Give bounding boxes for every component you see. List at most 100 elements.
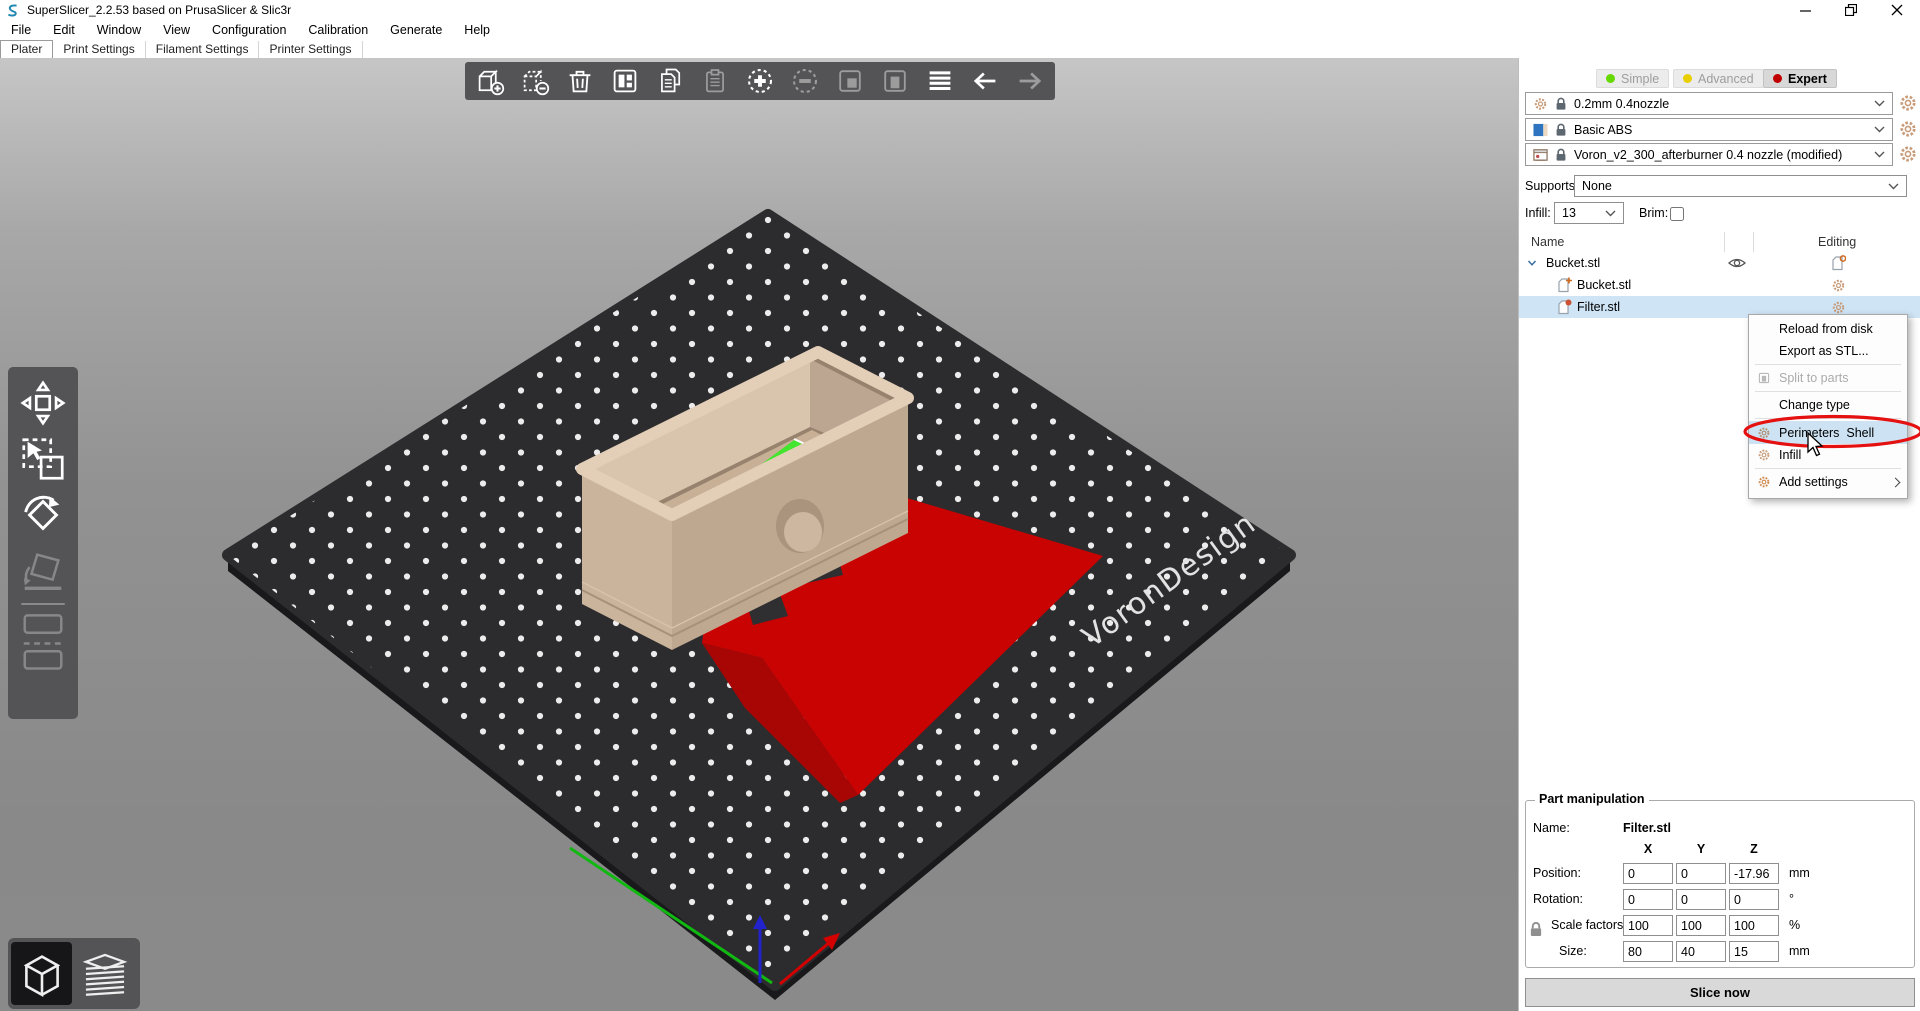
tab-filament-settings[interactable]: Filament Settings [146,41,260,58]
position-z-input[interactable] [1729,863,1779,884]
rotation-y-input[interactable] [1676,889,1726,910]
variable-layer-height-icon [925,66,955,96]
chevron-down-icon [1605,210,1616,217]
part-row-bucket[interactable]: Bucket.stl [1519,274,1920,296]
mode-advanced-button[interactable]: Advanced [1673,69,1764,88]
arrange-icon [610,66,640,96]
pm-name-label: Name: [1533,821,1570,835]
remove-instance-button[interactable] [788,64,822,98]
scale-x-input[interactable] [1623,915,1673,936]
undo-button[interactable] [968,64,1002,98]
paste-icon [700,66,730,96]
object-row-bucket[interactable]: Bucket.stl [1519,252,1920,274]
right-panel: Simple Advanced Expert 0.2mm 0.4nozzle [1518,58,1920,1011]
add-instance-icon [745,66,775,96]
menu-configuration[interactable]: Configuration [201,21,297,39]
menu-generate[interactable]: Generate [379,21,453,39]
height-range-b-button[interactable] [14,641,72,673]
menu-help[interactable]: Help [453,21,501,39]
edit-filament-preset-button[interactable] [1899,120,1917,138]
restore-button[interactable] [1828,0,1874,20]
menu-file[interactable]: File [0,21,42,39]
rotation-label: Rotation: [1533,892,1583,906]
supports-label: Supports: [1525,179,1579,193]
menu-item-change-type[interactable]: Change type [1749,394,1907,416]
supports-combo[interactable]: None [1574,175,1907,197]
part-settings-gear-icon[interactable] [1831,300,1846,315]
add-instance-button[interactable] [743,64,777,98]
infill-label: Infill: [1525,206,1551,220]
size-x-input[interactable] [1623,941,1673,962]
cube-3d-icon [16,948,68,1000]
filament-preset-combo[interactable]: Basic ABS [1525,118,1893,141]
superslicer-window: SuperSlicer_2.2.53 based on PrusaSlicer … [0,0,1920,1011]
rotation-z-input[interactable] [1729,889,1779,910]
menu-item-add-settings[interactable]: Add settings [1749,471,1907,493]
scale-y-input[interactable] [1676,915,1726,936]
split-to-parts-button[interactable] [878,64,912,98]
delete-all-button[interactable] [563,64,597,98]
split-to-objects-button[interactable] [833,64,867,98]
eye-visible-icon[interactable] [1728,257,1746,269]
scale-z-input[interactable] [1729,915,1779,936]
printer-preset-combo[interactable]: Voron_v2_300_afterburner 0.4 nozzle (mod… [1525,143,1893,166]
arrange-button[interactable] [608,64,642,98]
minimize-button[interactable] [1782,0,1828,20]
menu-item-label: Export as STL... [1779,344,1869,358]
brim-checkbox[interactable] [1670,207,1684,221]
position-label: Position: [1533,866,1581,880]
menu-item-perimeters-shell[interactable]: Perimeters Shell [1749,421,1907,444]
tab-plater[interactable]: Plater [0,40,53,58]
print-preset-combo[interactable]: 0.2mm 0.4nozzle [1525,92,1893,115]
split-to-objects-icon [835,66,865,96]
size-unit: mm [1789,944,1810,958]
position-y-input[interactable] [1676,863,1726,884]
uniform-scale-lock-icon[interactable] [1529,921,1543,938]
rotate-tool-button[interactable] [14,487,72,543]
copy-icon [655,66,685,96]
redo-button[interactable] [1013,64,1047,98]
infill-combo[interactable]: 13 [1554,202,1624,224]
remove-instance-icon [790,66,820,96]
slice-now-button[interactable]: Slice now [1525,978,1915,1007]
menu-item-export-as-stl[interactable]: Export as STL... [1749,340,1907,362]
remove-object-button[interactable] [518,64,552,98]
menu-calibration[interactable]: Calibration [297,21,379,39]
preview-view-button[interactable] [74,942,135,1005]
tree-collapse-chevron-icon[interactable] [1527,258,1537,268]
edit-print-preset-button[interactable] [1899,94,1917,112]
scale-tool-button[interactable] [14,431,72,487]
chevron-down-icon [1874,126,1885,133]
object-settings-doc-icon[interactable] [1831,255,1846,271]
size-y-input[interactable] [1676,941,1726,962]
rotation-x-input[interactable] [1623,889,1673,910]
paste-button[interactable] [698,64,732,98]
edit-printer-preset-button[interactable] [1899,145,1917,163]
variable-layer-height-button[interactable] [923,64,957,98]
size-z-input[interactable] [1729,941,1779,962]
supports-value: None [1582,179,1888,193]
scale-label: Scale factors: [1551,918,1627,932]
mode-simple-button[interactable]: Simple [1596,69,1669,88]
part-settings-gear-icon[interactable] [1831,278,1846,293]
place-on-face-tool-button[interactable] [14,543,72,599]
close-button[interactable] [1874,0,1920,20]
move-tool-button[interactable] [14,375,72,431]
copy-button[interactable] [653,64,687,98]
window-controls [1782,0,1920,20]
menu-view[interactable]: View [152,21,201,39]
remove-object-icon [520,66,550,96]
mode-simple-label: Simple [1621,72,1659,86]
menu-item-infill[interactable]: Infill [1749,444,1907,466]
mode-expert-button[interactable]: Expert [1763,69,1837,88]
tab-print-settings[interactable]: Print Settings [53,41,145,58]
menu-item-split-to-parts: Split to parts [1749,367,1907,389]
menu-item-reload-from-disk[interactable]: Reload from disk [1749,318,1907,340]
menu-edit[interactable]: Edit [42,21,86,39]
tab-printer-settings[interactable]: Printer Settings [259,41,362,58]
viewport-3d[interactable]: VoronDesign [0,58,1518,1011]
menu-window[interactable]: Window [86,21,152,39]
position-x-input[interactable] [1623,863,1673,884]
3d-editor-view-button[interactable] [11,942,72,1005]
add-object-button[interactable] [473,64,507,98]
